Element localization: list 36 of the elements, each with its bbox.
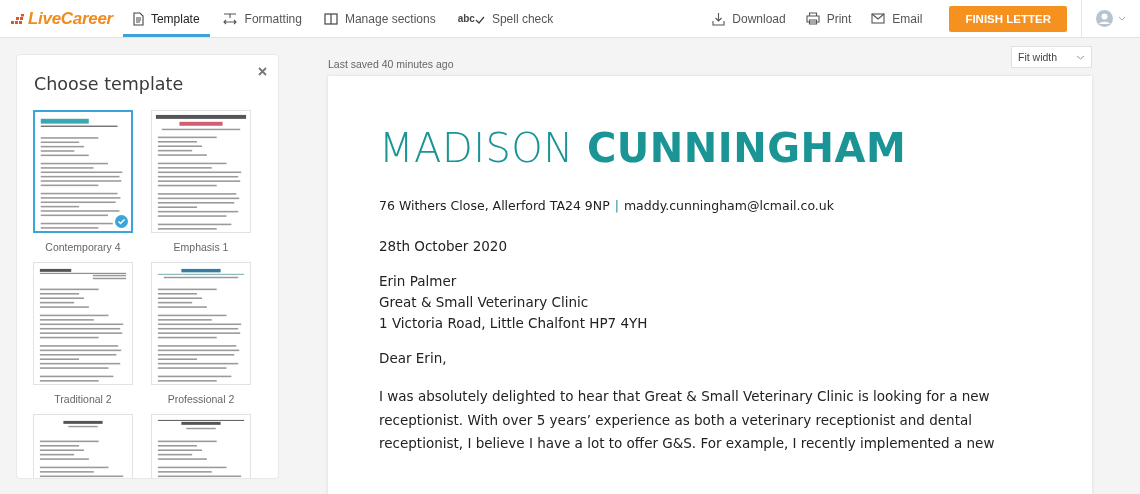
recipient-line: 1 Victoria Road, Little Chalfont HP7 4YH [379,315,649,331]
email-button[interactable]: Email [861,0,933,37]
letter-paragraph: I was absolutely delighted to hear that Great & Small Veterinary Clinic is looking for a new receptionist. With over 5 years’ experience as both a veterinary receptionist and dental receptionist, I believe I have a lot to offer G&S. For example, I recently implemented a new [379,387,996,453]
template-thumbnail[interactable] [33,110,133,233]
letter-date: 28th October 2020 [379,238,508,254]
address: 76 Withers Close, Allerford TA24 9NP [379,198,610,213]
applicant-name: MADISON CUNNINGHAM [379,128,908,168]
tab[interactable]: Template [122,0,210,37]
template-name: Professional 2 [167,393,235,405]
tab[interactable]: Manage sections [313,0,446,37]
template-name: Contemporary 4 [45,241,121,253]
salutation: Dear Erin, [379,350,448,366]
download-icon [712,11,726,26]
close-icon[interactable] [256,65,269,78]
document-icon [132,11,144,26]
template-name: Traditional 2 [54,393,112,405]
panel-title: Choose template [34,74,185,94]
email: maddy.cunningham@lcmail.co.uk [623,198,834,213]
tab[interactable]: Formatting [211,0,312,37]
print-icon [805,12,820,25]
check-icon [115,215,128,228]
format-icon [221,11,238,26]
zoom-dropdown[interactable]: Fit width [1011,46,1092,68]
avatar-icon[interactable] [1096,10,1113,27]
template-name: Emphasis 1 [173,241,229,253]
print-button[interactable]: Print [795,0,862,37]
recipient-line: Erin Palmer [379,273,458,289]
email-icon [871,13,886,24]
download-button[interactable]: Download [702,0,796,37]
chevron-icon [1076,54,1085,60]
recipient-line: Great & Small Veterinary Clinic [379,294,590,310]
columns-icon [323,12,338,25]
save-status: Last saved 40 minutes ago [328,58,454,70]
tab[interactable]: abc Spell check [447,0,564,37]
caret-icon[interactable] [1118,16,1126,21]
separator: | [614,198,619,213]
